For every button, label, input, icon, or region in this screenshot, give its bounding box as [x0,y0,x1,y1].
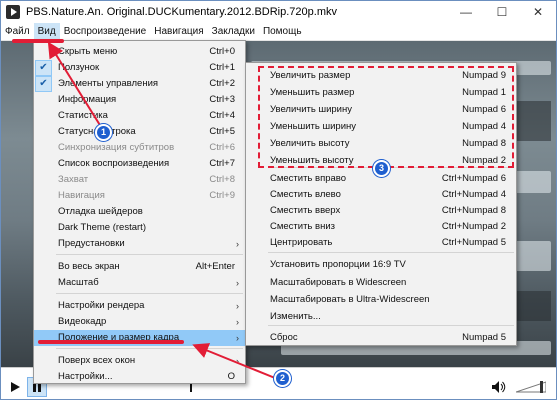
step-badge-1: 1 [95,124,112,141]
annotation-arrows [12,39,276,379]
arrow-2 [192,343,276,379]
step-badge-3: 3 [373,160,390,177]
step-badge-2: 2 [274,370,291,387]
arrow-1 [47,41,104,131]
